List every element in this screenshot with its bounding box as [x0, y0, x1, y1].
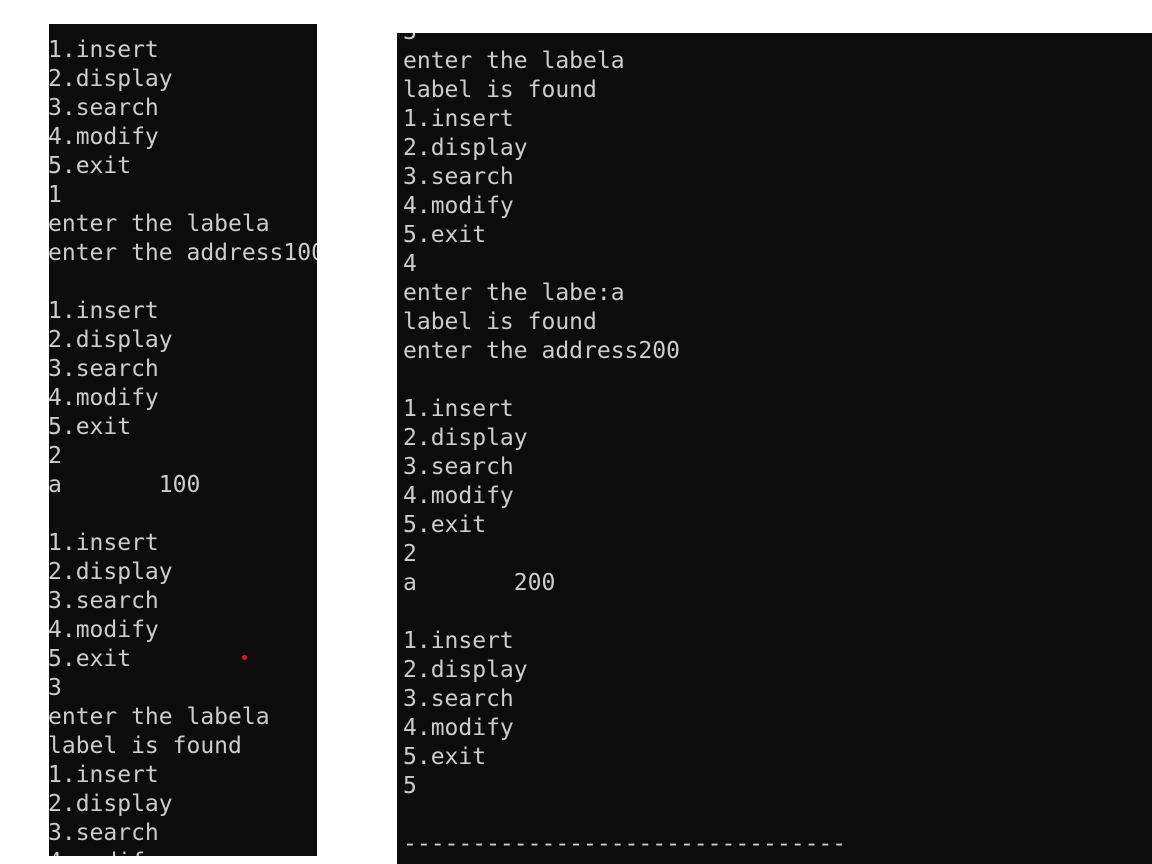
terminal-line: 3.search [49, 356, 159, 382]
terminal-line: 3.search [403, 454, 514, 480]
terminal-line: 2 [403, 541, 417, 567]
terminal-line: 1.insert [49, 37, 159, 63]
terminal-window-left[interactable]: 1.insert 2.display 3.search 4.modify 5.exit 1… [49, 24, 317, 856]
terminal-line: 3.search [49, 820, 159, 846]
terminal-line: 4.modify [49, 617, 159, 643]
terminal-line: 5.exit [49, 646, 132, 672]
terminal-line: 3.search [49, 588, 159, 614]
terminal-line: 5.exit [49, 414, 132, 440]
terminal-line: 3.search [49, 95, 159, 121]
terminal-line: 2.display [49, 327, 173, 353]
terminal-line: enter the labe:a [403, 280, 625, 306]
terminal-line: 1.insert [49, 762, 159, 788]
terminal-window-right[interactable]: 3enter the labela label is found 1.insert 2… [397, 33, 1152, 864]
terminal-line: 3.search [403, 686, 514, 712]
terminal-line: 2.display [403, 135, 528, 161]
terminal-line: 1.insert [403, 106, 514, 132]
terminal-line: enter the address100 [49, 240, 317, 266]
terminal-line: 2.display [49, 66, 173, 92]
terminal-line: 1.insert [49, 530, 159, 556]
terminal-line: 3.search [403, 164, 514, 190]
terminal-line: 1.insert [49, 298, 159, 324]
terminal-line: 5.exit [403, 222, 487, 248]
terminal-line: 4 [403, 251, 417, 277]
terminal-line: enter the address200 [403, 338, 680, 364]
terminal-line: a 200 [403, 570, 556, 596]
terminal-line: 4.modify [403, 483, 514, 509]
terminal-line: a 100 [49, 472, 201, 498]
terminal-output-left: 1.insert 2.display 3.search 4.modify 5.exit 1… [49, 36, 317, 856]
terminal-line: 5.exit [403, 744, 487, 770]
terminal-line: 2.display [403, 425, 528, 451]
terminal-line: label is found [49, 733, 242, 759]
terminal-line: -------------------------------- [403, 831, 847, 857]
terminal-line: 3 [403, 33, 1152, 47]
terminal-line: label is found [403, 309, 597, 335]
terminal-line: 1.insert [403, 628, 514, 654]
terminal-line: label is found [403, 77, 597, 103]
terminal-line: 4.modify [49, 385, 159, 411]
terminal-line: 4.modify [403, 715, 514, 741]
terminal-line: 5.exit [49, 153, 132, 179]
terminal-line: 3 [49, 675, 62, 701]
terminal-line: enter the labela [49, 704, 270, 730]
terminal-line: enter the labela [49, 211, 270, 237]
cursor-dot [242, 655, 247, 660]
terminal-line: 5.exit [403, 512, 487, 538]
terminal-line: 2 [49, 443, 62, 469]
terminal-line: 2.display [49, 559, 173, 585]
terminal-line: 2.display [49, 791, 173, 817]
terminal-output-right: 3enter the labela label is found 1.insert 2… [403, 33, 1152, 859]
terminal-line: 1.insert [403, 396, 514, 422]
terminal-line: 1 [49, 182, 62, 208]
terminal-line: 4.modify [49, 124, 159, 150]
terminal-line: 5 [403, 773, 417, 799]
terminal-line: 4.modify [403, 193, 514, 219]
terminal-line: enter the labela [403, 48, 625, 74]
terminal-line: 4.modify [49, 848, 317, 856]
terminal-line: 2.display [403, 657, 528, 683]
